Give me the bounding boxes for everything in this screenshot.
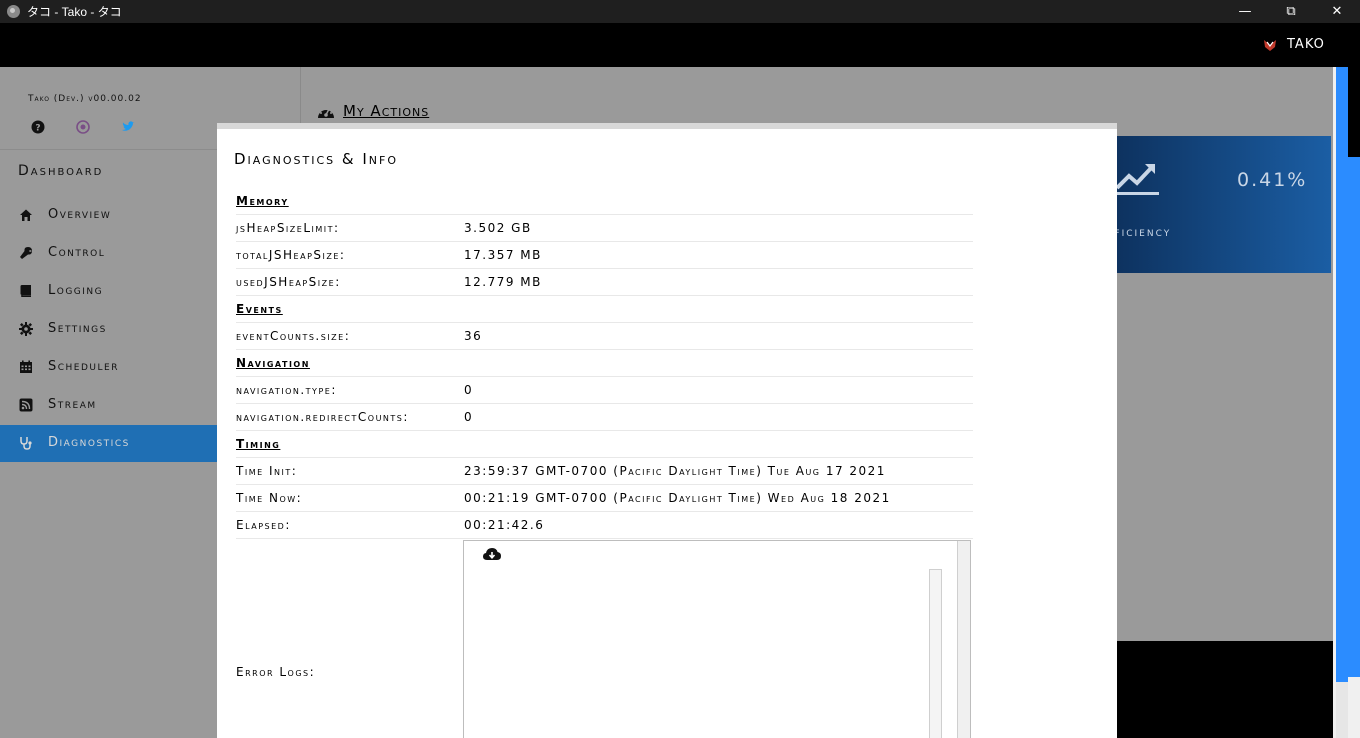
- sidebar-item-label: Diagnostics: [48, 435, 130, 450]
- my-actions-heading[interactable]: My Actions: [317, 102, 429, 120]
- app-globe-icon: [7, 5, 20, 18]
- table-row: Timing: [236, 430, 973, 458]
- scrollbar-cap: [1348, 67, 1360, 157]
- row-value: 17.357 MB: [461, 241, 973, 269]
- row-value: 36: [461, 322, 973, 350]
- stethoscope-icon: [20, 437, 32, 450]
- sidebar-section-title: Dashboard: [18, 163, 104, 179]
- wrench-icon: [20, 247, 32, 259]
- section-events: Events: [236, 295, 461, 323]
- sidebar-item-label: Scheduler: [48, 359, 119, 374]
- row-key: eventCounts.size:: [236, 322, 461, 350]
- sidebar-item-label: Logging: [48, 283, 104, 298]
- calendar-icon: [20, 360, 32, 373]
- table-row: eventCounts.size: 36: [236, 322, 973, 350]
- row-key: jsHeapSizeLimit:: [236, 214, 461, 242]
- diagnostics-table: Memory jsHeapSizeLimit: 3.502 GB totalJS…: [236, 188, 973, 539]
- table-row: Time Init: 23:59:37 GMT-0700 (Pacific Da…: [236, 457, 973, 485]
- row-value: 23:59:37 GMT-0700 (Pacific Daylight Time…: [461, 457, 973, 485]
- row-value: 00:21:42.6: [461, 511, 973, 539]
- table-row: navigation.redirectCounts: 0: [236, 403, 973, 431]
- table-row: Memory: [236, 188, 973, 215]
- gear-icon: [19, 322, 33, 336]
- row-value: 0: [461, 376, 973, 404]
- sidebar-item-label: Settings: [48, 321, 107, 336]
- sidebar-item-label: Stream: [48, 397, 97, 412]
- table-row: Navigation: [236, 349, 973, 377]
- section-memory: Memory: [236, 188, 461, 215]
- window-titlebar: タコ - Tako - タコ — ⧉ ✕: [0, 0, 1360, 23]
- sidebar-item-label: Control: [48, 245, 106, 260]
- app-version: Tako (Dev.) v00.00.02: [28, 94, 142, 104]
- row-value: 0: [461, 403, 973, 431]
- content-panel-dark: [1117, 641, 1333, 738]
- row-key: Elapsed:: [236, 511, 461, 539]
- row-value: 3.502 GB: [461, 214, 973, 242]
- row-key: totalJSHeapSize:: [236, 241, 461, 269]
- modal-title: Diagnostics & Info: [234, 150, 399, 168]
- book-icon: [20, 285, 31, 297]
- twitter-icon[interactable]: [121, 120, 135, 134]
- cloud-download-icon[interactable]: [482, 547, 502, 563]
- minimize-button[interactable]: —: [1222, 0, 1268, 23]
- row-key: navigation.type:: [236, 376, 461, 404]
- sidebar-item-label: Overview: [48, 207, 112, 222]
- tako-logo-icon: [1264, 40, 1276, 51]
- window-title: タコ - Tako - タコ: [27, 5, 122, 19]
- scrollbar-thumb[interactable]: [1336, 67, 1348, 682]
- row-value: 12.779 MB: [461, 268, 973, 296]
- row-key: usedJSHeapSize:: [236, 268, 461, 296]
- table-row: Elapsed: 00:21:42.6: [236, 511, 973, 539]
- row-key: Time Now:: [236, 484, 461, 512]
- dashboard-gauge-icon: [318, 108, 334, 118]
- close-button[interactable]: ✕: [1314, 0, 1360, 23]
- error-logs-textarea[interactable]: [463, 540, 971, 738]
- log-inner-scrollbar[interactable]: [929, 569, 942, 738]
- app-header: TAKO: [0, 23, 1360, 67]
- table-row: Time Now: 00:21:19 GMT-0700 (Pacific Day…: [236, 484, 973, 512]
- brand-name[interactable]: TAKO: [1287, 37, 1325, 52]
- section-timing: Timing: [236, 430, 461, 458]
- table-row: navigation.type: 0: [236, 376, 973, 404]
- help-icon[interactable]: ?: [31, 120, 45, 134]
- diagnostics-modal: Diagnostics & Info Memory jsHeapSizeLimi…: [217, 123, 1117, 738]
- efficiency-card: 0.41% Efficiency: [1097, 136, 1331, 273]
- svg-text:?: ?: [35, 124, 40, 134]
- my-actions-label: My Actions: [343, 102, 430, 120]
- maximize-button[interactable]: ⧉: [1268, 0, 1314, 23]
- home-icon: [20, 209, 32, 221]
- table-row: usedJSHeapSize: 12.779 MB: [236, 268, 973, 296]
- table-row: totalJSHeapSize: 17.357 MB: [236, 241, 973, 269]
- github-icon[interactable]: [76, 120, 90, 134]
- log-outer-scrollbar[interactable]: [957, 541, 970, 738]
- row-key: Time Init:: [236, 457, 461, 485]
- section-navigation: Navigation: [236, 349, 461, 377]
- row-value: 00:21:19 GMT-0700 (Pacific Daylight Time…: [461, 484, 973, 512]
- rss-icon: [19, 398, 33, 412]
- efficiency-value: 0.41%: [1237, 169, 1308, 191]
- error-logs-label: Error Logs:: [236, 665, 316, 679]
- table-row: jsHeapSizeLimit: 3.502 GB: [236, 214, 973, 242]
- page-scrollbar[interactable]: [1333, 67, 1360, 738]
- scrollbar-thumb-secondary[interactable]: [1348, 157, 1360, 677]
- trend-up-icon: [1117, 164, 1159, 195]
- table-row: Events: [236, 295, 973, 323]
- row-key: navigation.redirectCounts:: [236, 403, 461, 431]
